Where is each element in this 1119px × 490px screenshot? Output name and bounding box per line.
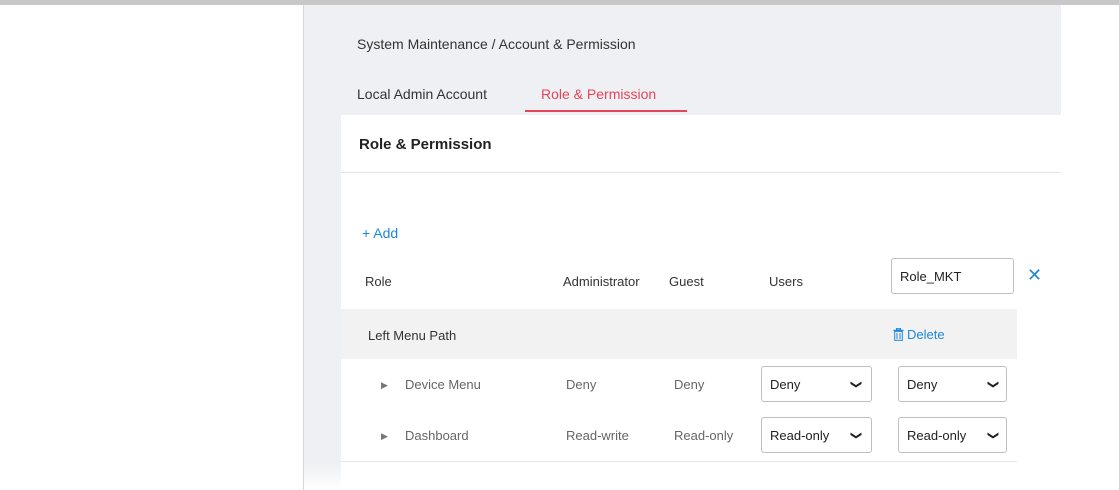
tab-role-permission[interactable]: Role & Permission: [541, 86, 656, 102]
row-guest-value: Deny: [674, 377, 705, 392]
column-header-users: Users: [769, 274, 803, 289]
close-icon[interactable]: ✕: [1027, 266, 1042, 284]
column-header-administrator: Administrator: [563, 274, 640, 289]
expand-triangle-icon[interactable]: ▶: [381, 380, 388, 391]
new-role-name-input[interactable]: [891, 258, 1014, 294]
row-administrator-value: Deny: [566, 377, 597, 392]
panel-title: Role & Permission: [359, 136, 492, 153]
row-menu-name: Dashboard: [405, 428, 469, 443]
users-permission-select[interactable]: Deny: [761, 366, 872, 402]
new-role-permission-select[interactable]: Read-only: [898, 417, 1007, 453]
column-header-role: Role: [365, 274, 392, 289]
group-label: Left Menu Path: [368, 328, 457, 343]
breadcrumb: System Maintenance / Account & Permissio…: [357, 36, 636, 52]
new-role-permission-select[interactable]: Deny: [898, 366, 1007, 402]
row-administrator-value: Read-write: [566, 428, 629, 443]
active-tab-indicator: [525, 110, 687, 112]
expand-triangle-icon[interactable]: ▶: [381, 431, 388, 442]
delete-label: Delete: [907, 327, 945, 342]
delete-role-button[interactable]: Delete: [893, 327, 945, 342]
add-role-button[interactable]: + Add: [362, 225, 398, 241]
tab-local-admin-account[interactable]: Local Admin Account: [357, 86, 487, 102]
users-permission-select[interactable]: Read-only: [761, 417, 872, 453]
panel-divider: [341, 172, 1061, 173]
row-guest-value: Read-only: [674, 428, 734, 443]
row-menu-name: Device Menu: [405, 377, 481, 392]
column-header-guest: Guest: [669, 274, 704, 289]
trash-icon: [893, 327, 904, 341]
sidebar: [0, 5, 304, 490]
